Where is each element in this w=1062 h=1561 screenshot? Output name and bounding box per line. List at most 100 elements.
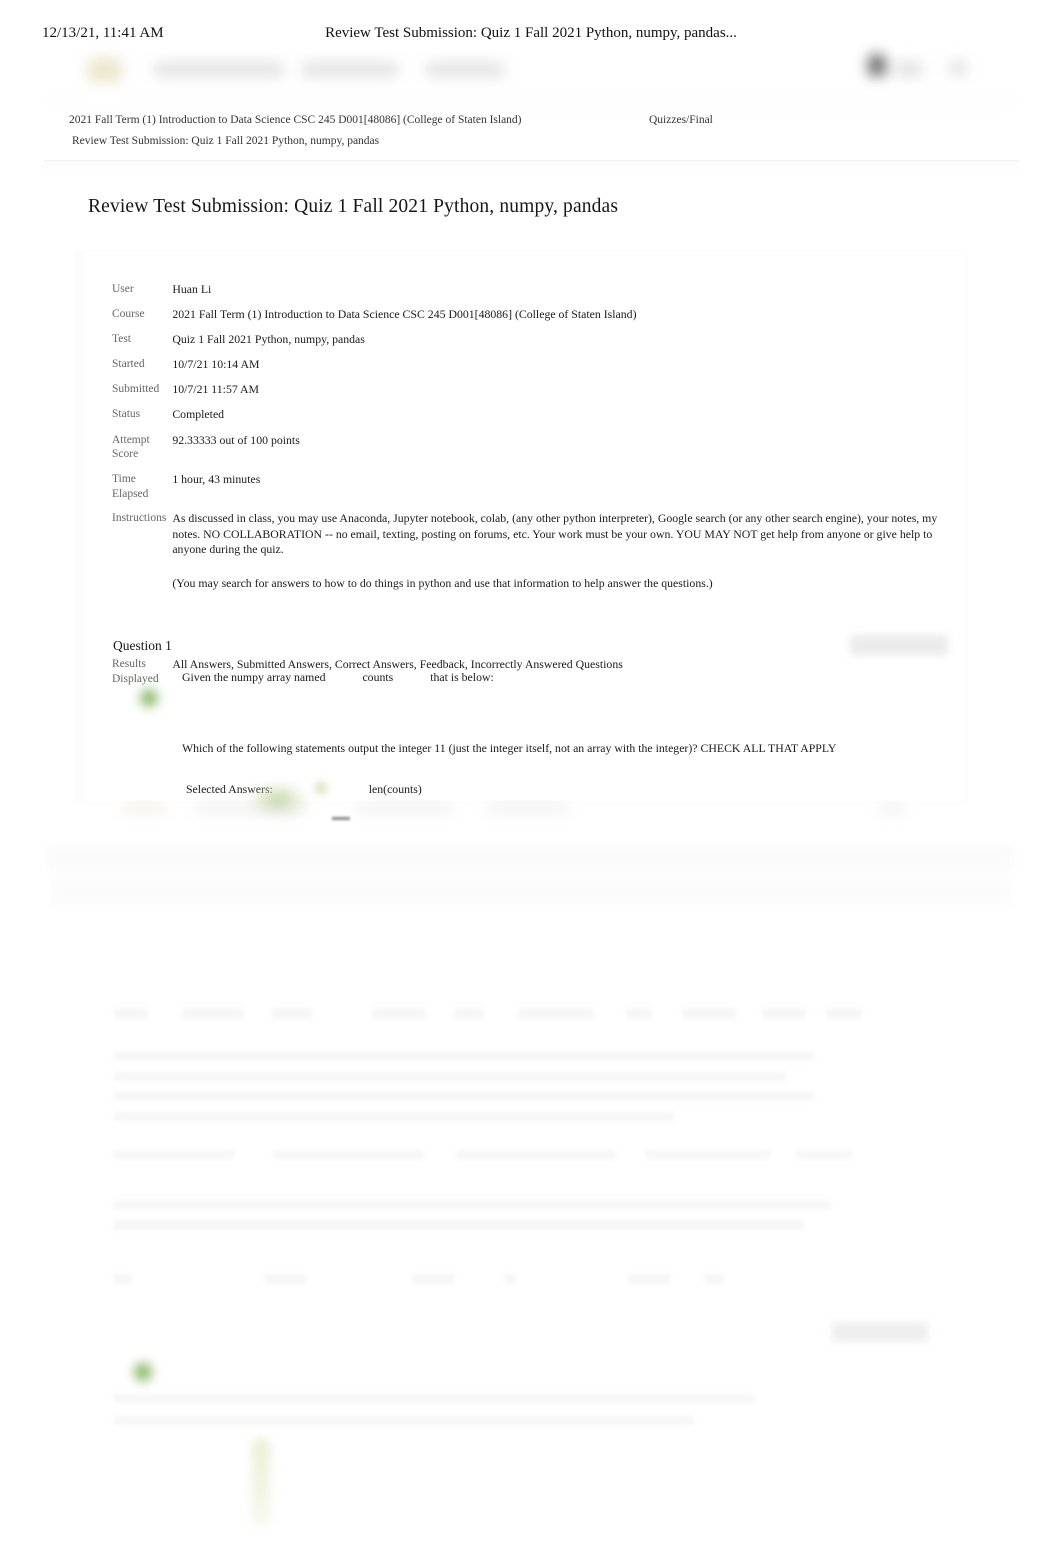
breadcrumb-section[interactable]: Quizzes/Final [649, 114, 713, 126]
info-label-user: User [112, 283, 134, 295]
table-row: Status Completed [112, 407, 942, 432]
ghost-line [412, 1274, 454, 1284]
ghost-line [646, 1150, 770, 1159]
question-code-image-placeholder [182, 686, 966, 734]
nav-item-support[interactable] [426, 62, 504, 77]
instructions-paragraph-1: As discussed in class, you may use Anaco… [172, 511, 938, 556]
ghost-line [762, 1008, 806, 1019]
info-value-started: 10/7/21 10:14 AM [172, 357, 260, 372]
info-value-course: 2021 Fall Term (1) Introduction to Data … [172, 307, 637, 322]
ghost-line [114, 1052, 814, 1061]
breadcrumb: 2021 Fall Term (1) Introduction to Data … [44, 112, 1018, 174]
ghost-line [796, 1150, 852, 1159]
ghost-line [114, 1112, 674, 1121]
ghost-nav-item-4 [880, 804, 906, 815]
ghost-correct-check-icon [132, 1360, 154, 1384]
info-value-status: Completed [172, 407, 225, 422]
instructions-paragraph-2: (You may search for answers to how to do… [172, 575, 713, 590]
ghost-answer-highlight [252, 1438, 270, 1526]
next-page-faded-content [0, 860, 1062, 1561]
ghost-line [628, 1274, 670, 1284]
instructions-spacer [172, 591, 942, 631]
info-label-course: Course [112, 308, 145, 321]
table-row: Test Quiz 1 Fall 2021 Python, numpy, pan… [112, 332, 942, 357]
question-header: Question 1 [98, 635, 966, 663]
nav-item-courses[interactable] [302, 62, 398, 77]
selected-answer-value-1: len(counts) [368, 782, 422, 797]
avatar[interactable] [868, 54, 886, 76]
ghost-navigation-bar [44, 800, 1018, 820]
ghost-question-score-badge [832, 1322, 928, 1342]
ghost-band-top [50, 878, 1012, 906]
table-row: Course 2021 Fall Term (1) Introduction t… [112, 307, 942, 332]
ghost-line [504, 1274, 516, 1284]
question-prompt: Given the numpy array named counts that … [182, 669, 966, 686]
nav-item-institution[interactable] [154, 62, 284, 77]
ghost-line [456, 1150, 616, 1159]
ghost-line [114, 1220, 804, 1230]
site-logo-icon[interactable] [88, 58, 122, 82]
ghost-line [182, 1008, 244, 1019]
info-label-time-elapsed: Time Elapsed [112, 473, 149, 500]
question-block-1: Question 1 Given the numpy array named c… [98, 635, 966, 821]
info-value-attempt-score: 92.33333 out of 100 points [172, 432, 300, 447]
question-score-badge [850, 635, 948, 655]
info-label-attempt-score: Attempt Score [112, 433, 150, 461]
ghost-line [114, 1150, 234, 1159]
info-label-started: Started [112, 358, 145, 371]
info-value-user: Huan Li [172, 282, 212, 296]
table-row: Submitted 10/7/21 11:57 AM [112, 382, 942, 407]
ghost-line [114, 1416, 694, 1425]
ghost-nav-item-3 [488, 804, 568, 815]
ghost-line [626, 1008, 652, 1019]
question-prompt-prefix: Given the numpy array named [182, 670, 326, 684]
print-header-title: Review Test Submission: Quiz 1 Fall 2021… [325, 24, 737, 41]
ghost-content-card [86, 964, 982, 1561]
ghost-line [682, 1008, 736, 1019]
ghost-line [372, 1008, 426, 1019]
table-row: Started 10/7/21 10:14 AM [112, 357, 942, 382]
ghost-line [454, 1008, 484, 1019]
info-value-test: Quiz 1 Fall 2021 Python, numpy, pandas [172, 332, 365, 347]
table-row: User Huan Li [112, 282, 942, 307]
ghost-line [114, 1072, 786, 1081]
info-label-status: Status [112, 408, 141, 421]
breadcrumb-row-top: 2021 Fall Term (1) Introduction to Data … [44, 112, 1018, 133]
question-body: Given the numpy array named counts that … [98, 669, 966, 821]
question-prompt-variable: counts [362, 670, 394, 684]
browser-print-header: 12/13/21, 11:41 AM Review Test Submissio… [0, 20, 1062, 46]
breadcrumb-divider [44, 160, 1018, 174]
breadcrumb-current: Review Test Submission: Quiz 1 Fall 2021… [72, 135, 380, 147]
ghost-line [114, 1008, 148, 1019]
ghost-line [114, 1394, 754, 1403]
global-navigation-bar[interactable] [44, 50, 1018, 102]
info-label-submitted: Submitted [112, 383, 160, 396]
ghost-nav-item-1 [194, 804, 306, 815]
table-row: Time Elapsed 1 hour, 43 minutes [112, 472, 942, 511]
correct-check-icon [138, 687, 160, 709]
info-value-time-elapsed: 1 hour, 43 minutes [172, 472, 261, 486]
submission-content-card: User Huan Li Course 2021 Fall Term (1) I… [76, 252, 966, 821]
ghost-line [272, 1008, 312, 1019]
ghost-line [704, 1274, 724, 1284]
logout-icon[interactable] [950, 60, 966, 76]
breadcrumb-row-bottom: Review Test Submission: Quiz 1 Fall 2021… [44, 133, 1018, 154]
ghost-line [114, 1274, 132, 1284]
ghost-line [264, 1274, 306, 1284]
info-label-test: Test [112, 333, 131, 346]
ghost-nav-item-2 [356, 804, 452, 815]
ghost-line [114, 1092, 814, 1101]
question-check-instruction: Which of the following statements output… [182, 741, 837, 756]
table-row: Attempt Score 92.33333 out of 100 points [112, 433, 942, 472]
answer-correct-check-icon [313, 781, 328, 796]
ghost-line [826, 1008, 862, 1019]
nav-user-name[interactable] [896, 62, 922, 76]
ghost-logo-icon [122, 804, 166, 815]
breadcrumb-course[interactable]: 2021 Fall Term (1) Introduction to Data … [69, 114, 522, 126]
question-prompt-suffix: that is below: [430, 670, 494, 684]
ghost-line [518, 1008, 594, 1019]
ghost-line [114, 1200, 830, 1210]
ghost-line [274, 1150, 424, 1159]
question-title: Question 1 [113, 638, 172, 653]
page-title: Review Test Submission: Quiz 1 Fall 2021… [88, 196, 619, 217]
